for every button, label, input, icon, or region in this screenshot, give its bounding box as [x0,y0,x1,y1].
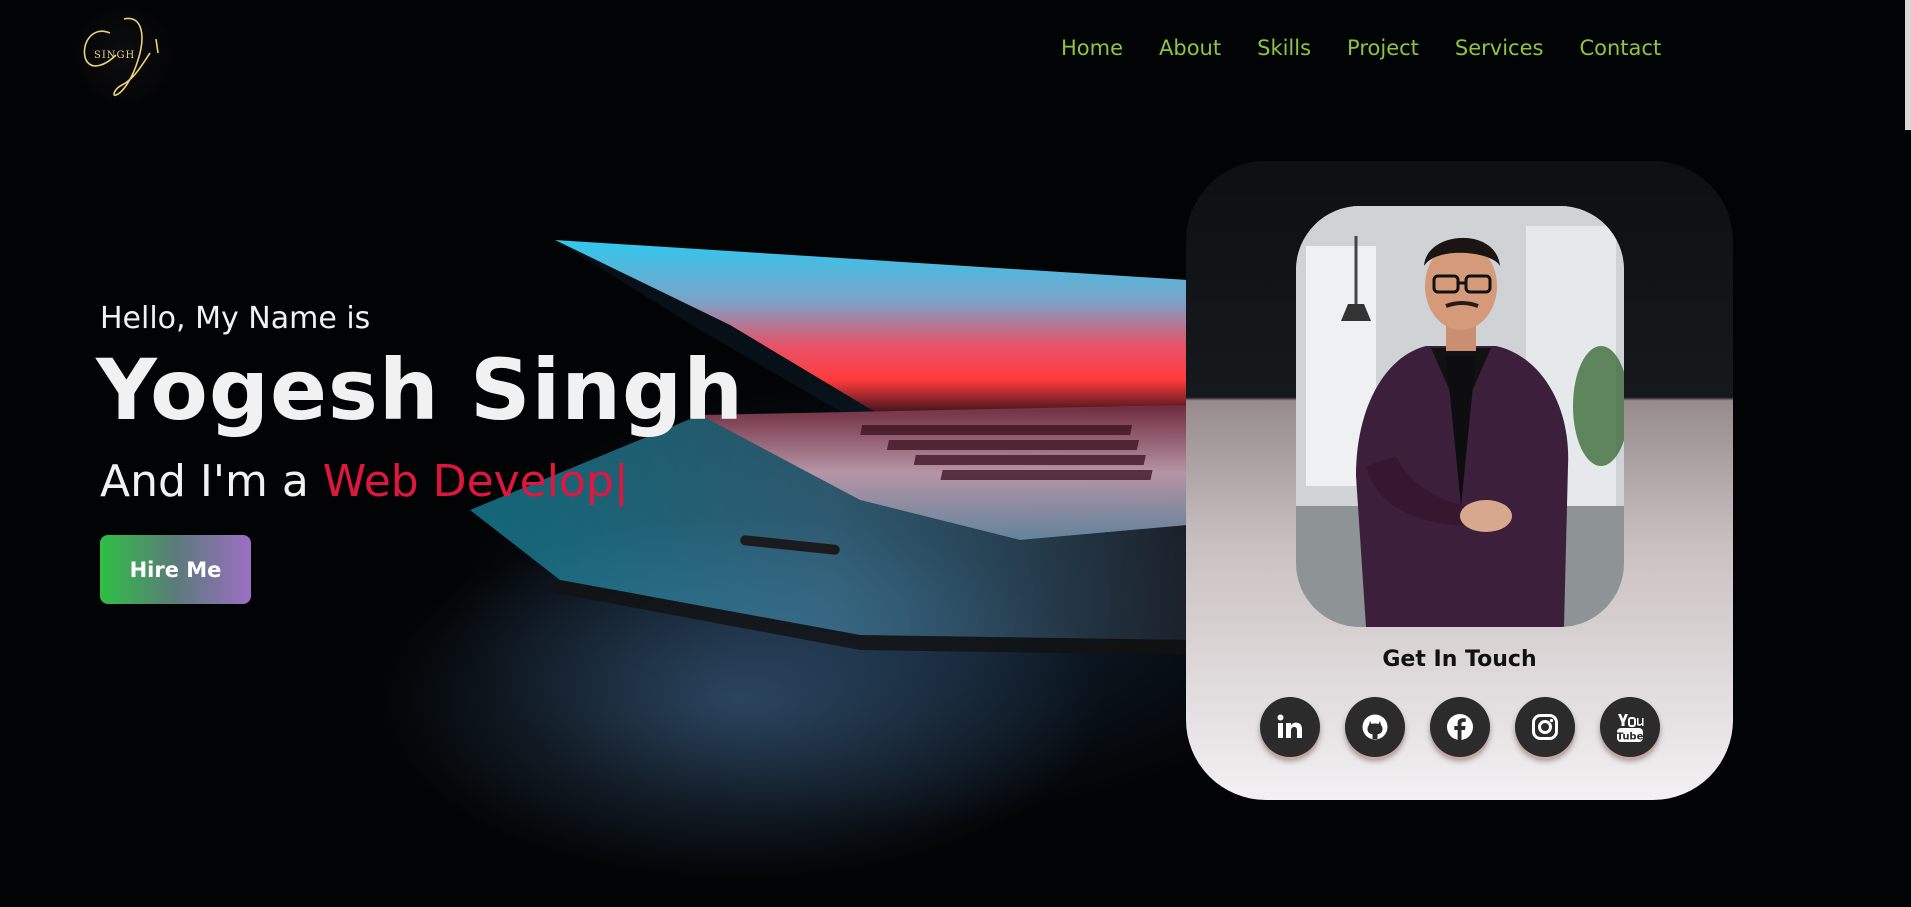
nav-home[interactable]: Home [1061,34,1123,62]
person-portrait-image [1296,206,1624,627]
logo-text: SINGH [94,50,136,61]
linkedin-icon [1277,714,1302,738]
github-link[interactable] [1345,697,1405,757]
hero-role: And I'm a Web Develop| [100,455,629,509]
social-links: Tube [1260,697,1660,757]
nav-contact[interactable]: Contact [1579,34,1661,62]
profile-photo [1296,206,1624,627]
profile-card: Get In Touch Tube [1186,161,1733,800]
hero-name: Yogesh Singh [96,341,744,439]
hero-greeting: Hello, My Name is [100,301,371,336]
main-nav: Home About Skills Project Services Conta… [1061,34,1661,62]
role-typed-text: Web Develop [322,456,614,507]
page: SINGH Home About Skills Project Services… [0,0,1911,907]
get-in-touch-heading: Get In Touch [1382,647,1537,672]
linkedin-link[interactable] [1260,697,1320,757]
youtube-link[interactable]: Tube [1600,697,1660,757]
scrollbar-thumb[interactable] [1905,0,1911,130]
typing-caret: | [613,456,629,507]
nav-services[interactable]: Services [1455,34,1544,62]
github-icon [1362,714,1388,740]
nav-project[interactable]: Project [1347,34,1419,62]
nav-skills[interactable]: Skills [1257,34,1311,62]
facebook-icon [1447,714,1473,740]
youtube-icon: Tube [1617,714,1644,743]
facebook-link[interactable] [1430,697,1490,757]
instagram-icon [1532,714,1558,740]
svg-text:Tube: Tube [1617,732,1644,743]
site-logo[interactable]: SINGH [72,5,176,105]
nav-about[interactable]: About [1159,34,1221,62]
role-prefix: And I'm a [100,456,323,507]
hire-me-button[interactable]: Hire Me [100,535,251,604]
instagram-link[interactable] [1515,697,1575,757]
